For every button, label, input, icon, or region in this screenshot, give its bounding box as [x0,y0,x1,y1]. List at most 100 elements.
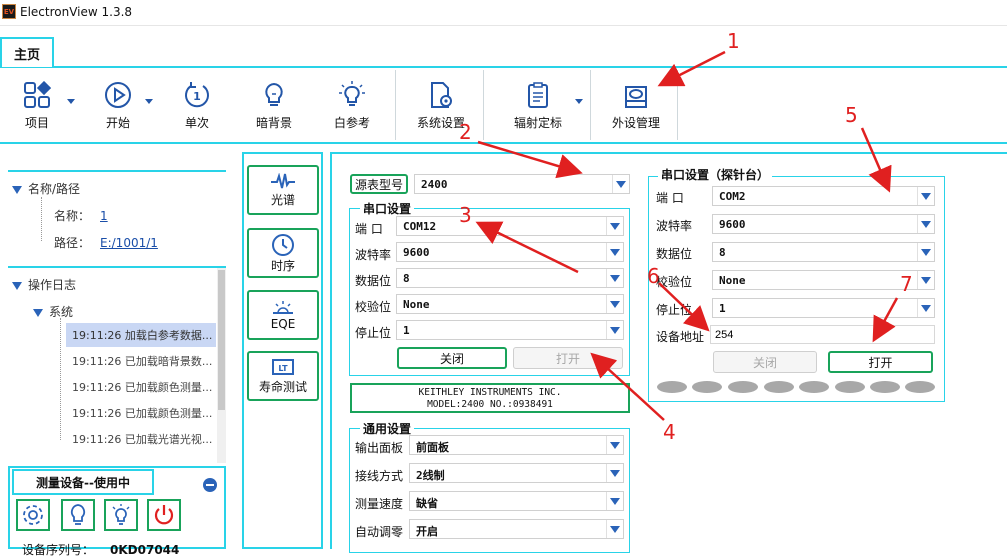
name-link[interactable]: 1 [100,209,108,223]
play-icon [103,80,133,110]
nav-eqe-button[interactable]: EQE [247,290,319,340]
chevron-down-icon[interactable] [606,269,623,287]
name-label: 名称： [54,209,91,223]
peripheral-management-button[interactable]: 外设管理 [612,80,660,132]
log-item[interactable]: 19:11:26 已加载暗背景数... [66,349,216,373]
status-led [799,381,829,393]
device-dark-button[interactable] [61,499,95,531]
ribbon-divider [590,70,591,140]
source-parity-select[interactable]: None [396,294,624,314]
source-databits-value: 8 [403,272,410,285]
probe-databits-select[interactable]: 8 [712,242,935,262]
log-scroll-thumb[interactable] [218,270,225,410]
path-label: 路径： [54,236,91,250]
probe-baud-select[interactable]: 9600 [712,214,935,234]
source-stopbits-select[interactable]: 1 [396,320,624,340]
source-port-value: COM12 [403,220,437,233]
radiometric-calibration-button[interactable]: 辐射定标 [514,80,562,132]
annotation-6: 6 [647,264,660,288]
chevron-down-icon[interactable] [917,299,934,317]
status-led [835,381,865,393]
instrument-info: KEITHLEY INSTRUMENTS INC. MODEL:2400 NO.:… [350,383,630,413]
speed-select[interactable]: 缺省 [409,491,624,511]
log-root[interactable]: 操作日志 [12,276,76,293]
source-stopbits-value: 1 [403,324,410,337]
chevron-down-icon[interactable] [606,217,623,235]
probe-address-input[interactable] [710,325,935,344]
wiring-select[interactable]: 2线制 [409,463,624,483]
speed-value: 缺省 [416,497,438,510]
single-label: 单次 [184,116,209,130]
dark-background-label: 暗背景 [256,116,293,130]
chevron-down-icon[interactable] [606,492,623,510]
collapse-minus-icon[interactable] [203,478,217,492]
start-button[interactable]: 开始 [103,80,133,132]
dark-background-button[interactable]: 暗背景 [256,80,292,132]
peripheral-icon [621,80,651,110]
path-link[interactable]: E:/1001/1 [100,236,158,250]
nav-spectrum-button[interactable]: 光谱 [247,165,319,215]
source-stopbits-label: 停止位 [355,326,392,340]
radiometric-calibration-label: 辐射定标 [514,116,563,130]
log-group[interactable]: 系统 [33,303,73,320]
probe-stopbits-label: 停止位 [656,303,693,317]
source-databits-select[interactable]: 8 [396,268,624,288]
peripheral-management-label: 外设管理 [612,116,661,130]
device-power-button[interactable] [147,499,181,531]
source-baud-select[interactable]: 9600 [396,242,624,262]
grid-icon [22,80,52,110]
log-item[interactable]: 19:11:26 已加载光谱光视... [66,427,216,451]
meter-model-label: 源表型号 [350,174,408,194]
chevron-down-icon[interactable] [606,436,623,454]
start-dropdown-icon[interactable] [145,99,153,104]
general-settings-title: 通用设置 [360,420,415,437]
instrument-info-line1: KEITHLEY INSTRUMENTS INC. [418,387,562,398]
nav-timing-button[interactable]: 时序 [247,228,319,278]
project-button[interactable]: 项目 [22,80,52,132]
tree-guide [60,318,61,440]
chevron-down-icon[interactable] [606,321,623,339]
system-settings-button[interactable]: 系统设置 [417,80,465,132]
source-close-button[interactable]: 关闭 [397,347,507,369]
device-white-button[interactable] [104,499,138,531]
chevron-down-icon[interactable] [612,175,629,193]
annotation-7: 7 [900,272,913,296]
chevron-down-icon[interactable] [917,187,934,205]
white-reference-button[interactable]: 白参考 [334,80,370,132]
single-icon: 1 [182,80,212,110]
chevron-down-icon[interactable] [917,215,934,233]
source-port-select[interactable]: COM12 [396,216,624,236]
output-panel-select[interactable]: 前面板 [409,435,624,455]
probe-open-button[interactable]: 打开 [828,351,933,373]
project-dropdown-icon[interactable] [67,99,75,104]
source-baud-label: 波特率 [355,248,392,262]
probe-stopbits-select[interactable]: 1 [712,298,935,318]
single-button[interactable]: 1 单次 [182,80,212,132]
ribbon-divider [395,70,396,140]
calibration-dropdown-icon[interactable] [575,99,583,104]
panel-divider [8,266,226,268]
chevron-down-icon[interactable] [606,520,623,538]
device-settings-button[interactable] [16,499,50,531]
chevron-down-icon[interactable] [917,243,934,261]
nav-lifetime-button[interactable]: LT 寿命测试 [247,351,319,401]
chevron-down-icon[interactable] [917,271,934,289]
meter-model-select[interactable]: 2400 [414,174,630,194]
log-item[interactable]: 19:11:26 已加载颜色测量... [66,401,216,425]
chevron-down-icon[interactable] [606,243,623,261]
chevron-down-icon[interactable] [606,464,623,482]
bulb-off-icon [70,504,86,525]
log-item[interactable]: 19:11:26 加载白参考数据... [66,323,216,347]
speed-label: 测量速度 [355,497,404,511]
autozero-select[interactable]: 开启 [409,519,624,539]
log-item[interactable]: 19:11:26 已加载颜色测量... [66,375,216,399]
autozero-value: 开启 [416,525,438,538]
tree-root[interactable]: 名称/路径 [12,180,80,197]
chevron-down-icon[interactable] [606,295,623,313]
probe-close-button[interactable]: 关闭 [713,351,817,373]
source-open-button[interactable]: 打开 [513,347,623,369]
probe-port-select[interactable]: COM2 [712,186,935,206]
source-serial-title: 串口设置 [360,200,415,217]
annotation-4: 4 [663,420,676,444]
tab-home[interactable]: 主页 [0,37,54,67]
